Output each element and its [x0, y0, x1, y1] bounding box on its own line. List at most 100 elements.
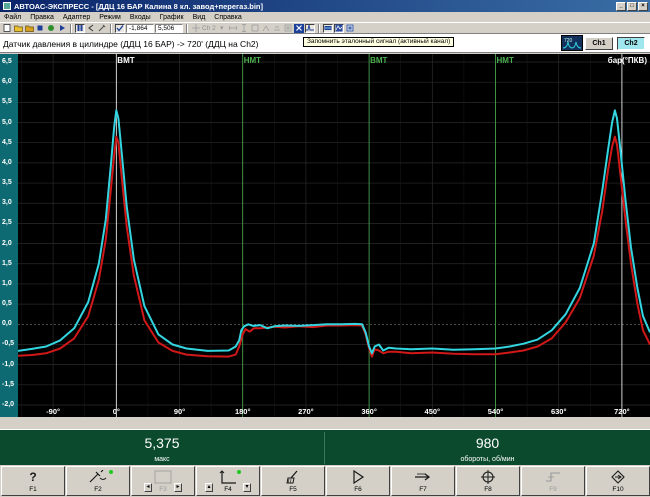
menu-help[interactable]: Справка [214, 14, 241, 21]
zoom-reset-icon [250, 24, 260, 33]
y-tick-label: 6,0 [2, 78, 12, 86]
pressure-trace-reference [18, 109, 650, 355]
function-key-bar: ? F1 F2 ◂ ▸ F3 ▴ ▾ F4 F5 F6 F7 F8 F9 F10 [0, 465, 650, 497]
menu-graph[interactable]: График [160, 14, 184, 21]
open-recent-icon[interactable] [24, 24, 34, 33]
dropdown-arrow-icon: ▾ [219, 24, 224, 32]
maximize-button[interactable]: □ [627, 1, 637, 11]
chart-title: Датчик давления в цилиндре (ДДЦ 16 БАР) … [3, 39, 259, 49]
stop-icon[interactable] [35, 24, 45, 33]
x-tick-label: 360° [361, 407, 377, 416]
toolbar-separator [110, 23, 112, 33]
app-icon [3, 2, 11, 10]
menu-adapter[interactable]: Адаптер [63, 14, 90, 21]
tdc-marker-label: ВМТ [117, 56, 134, 65]
max-pressure-label: макс [154, 456, 170, 463]
y-tick-label: -1,5 [2, 380, 15, 388]
cursor-value-field-1[interactable]: -1,864 [126, 23, 154, 33]
exit-icon [587, 470, 649, 487]
clear-icon [262, 470, 324, 487]
record-icon[interactable] [46, 24, 56, 33]
y-axis: 6,5 6,0 5,5 5,0 4,5 4,0 3,5 3,0 2,5 2,0 1,5 1,0 0,5 0… [0, 54, 18, 417]
channel-1-button[interactable]: Ch1 [585, 37, 613, 50]
help-icon: ? [29, 470, 37, 484]
channel-select-label: Ch 2 [202, 24, 216, 32]
f10-label: F10 [612, 486, 624, 493]
f5-clear-button[interactable]: F5 [261, 466, 325, 496]
memorize-reference-icon[interactable] [322, 23, 333, 33]
scale-icon [272, 24, 282, 33]
menu-mode[interactable]: Режим [99, 14, 121, 21]
channel-2-button[interactable]: Ch2 [617, 37, 645, 50]
menu-view[interactable]: Вид [193, 14, 206, 21]
y-tick-label: 0,5 [2, 300, 12, 308]
f4-cursor-button[interactable]: ▴ ▾ F4 [196, 466, 260, 496]
checkmark-icon[interactable] [115, 23, 125, 33]
toolbar-separator [186, 23, 188, 33]
toolbar-separator [70, 23, 72, 33]
y-tick-label: 6,5 [2, 58, 12, 65]
f7-label: F7 [419, 486, 427, 493]
y-tick-label: 2,0 [2, 239, 12, 247]
menu-edit[interactable]: Правка [30, 14, 54, 21]
f3-label: F3 [159, 486, 167, 493]
f8-crosshair-button[interactable]: F8 [456, 466, 520, 496]
tools-icon[interactable] [97, 24, 107, 33]
f3-range-button[interactable]: ◂ ▸ F3 [131, 466, 195, 496]
f5-label: F5 [289, 486, 297, 493]
f2-marker-button[interactable]: F2 [66, 466, 130, 496]
y-tick-label: -2,0 [2, 401, 15, 408]
rpm-value: 980 [475, 435, 500, 451]
y-tick-label: 0,0 [2, 320, 12, 328]
f7-next-button[interactable]: F7 [391, 466, 455, 496]
x-tick-label: 450° [425, 407, 441, 416]
function-icon[interactable] [293, 23, 304, 33]
range-icon [132, 470, 194, 487]
toolbar-tooltip: Запомнить эталонный сигнал (активный кан… [303, 37, 455, 47]
chart-plot-area[interactable]: ВМТ НМТ ВМТ НМТ бар(°ПКВ) -90° 0° 90° 180° 270° 36… [18, 54, 650, 417]
f10-exit-button[interactable]: F10 [586, 466, 650, 496]
f8-label: F8 [484, 486, 492, 493]
window-title: АВТОАС-ЭКСПРЕСС - [ДДЦ 16 БАР Калина 8 к… [14, 1, 263, 11]
f6-play-button[interactable]: F6 [326, 466, 390, 496]
y-tick-label: 1,5 [2, 259, 12, 267]
reference-channel-icon[interactable] [345, 24, 355, 33]
status-led [237, 470, 241, 474]
y-tick-label: 3,5 [2, 179, 12, 187]
waveform-icon[interactable] [304, 23, 315, 33]
signal-thumbnail[interactable]: 720 [561, 35, 583, 51]
y-tick-label: 3,0 [2, 199, 12, 207]
open-folder-icon[interactable] [13, 24, 23, 33]
new-file-icon[interactable] [2, 24, 12, 33]
y-tick-label: -0,5 [2, 340, 15, 348]
close-button[interactable]: × [638, 1, 648, 11]
status-led [109, 470, 113, 474]
f1-help-button[interactable]: ? F1 [1, 466, 65, 496]
play-icon [327, 469, 389, 487]
f2-label: F2 [94, 486, 102, 493]
pause-icon[interactable] [75, 23, 85, 33]
tdc-marker-label: НМТ [244, 56, 261, 65]
f9-step-button[interactable]: F9 [521, 466, 585, 496]
zoom-vertical-icon [239, 24, 249, 33]
menu-file[interactable]: Файл [4, 14, 21, 21]
cursor-value-field-2[interactable]: 5,506 [155, 23, 183, 33]
f4-label: F4 [224, 486, 232, 493]
unit-label: бар(°ПКВ) [608, 56, 648, 65]
arrow-right-icon [392, 470, 454, 487]
crosshair-icon [457, 470, 519, 487]
title-bar: АВТОАС-ЭКСПРЕСС - [ДДЦ 16 БАР Калина 8 к… [0, 0, 650, 12]
step-back-icon[interactable] [86, 24, 96, 33]
play-icon[interactable] [57, 24, 67, 33]
x-tick-label: 720° [614, 407, 630, 416]
step-icon [522, 470, 584, 487]
menu-inputs[interactable]: Входы [130, 14, 151, 21]
x-tick-label: 540° [488, 407, 504, 416]
x-tick-label: 0° [113, 407, 120, 416]
minimize-button[interactable]: _ [616, 1, 626, 11]
y-tick-label: 4,0 [2, 158, 12, 166]
zoom-horizontal-icon [228, 24, 238, 33]
toolbar-separator [317, 23, 320, 33]
reference-signal-icon[interactable] [333, 23, 344, 33]
fit-icon [283, 24, 293, 33]
